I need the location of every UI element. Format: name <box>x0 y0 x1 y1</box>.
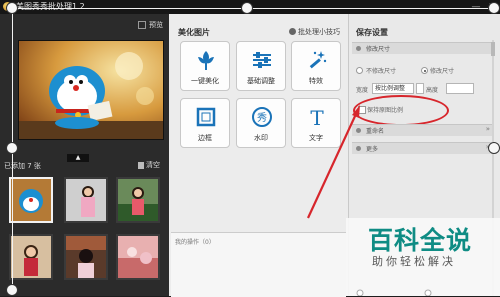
watermark-subtitle: 助你轻松解决 <box>372 255 456 268</box>
drag-handle[interactable] <box>6 2 18 14</box>
drag-handle[interactable] <box>6 284 18 296</box>
bottom-radios <box>356 289 432 296</box>
drag-handle[interactable] <box>488 142 500 154</box>
drag-handle[interactable] <box>6 142 18 154</box>
watermark-title: 百科全说 <box>368 226 473 255</box>
drag-handle[interactable] <box>241 2 253 14</box>
drag-handle[interactable] <box>488 2 500 14</box>
guide-line-top <box>12 8 497 9</box>
